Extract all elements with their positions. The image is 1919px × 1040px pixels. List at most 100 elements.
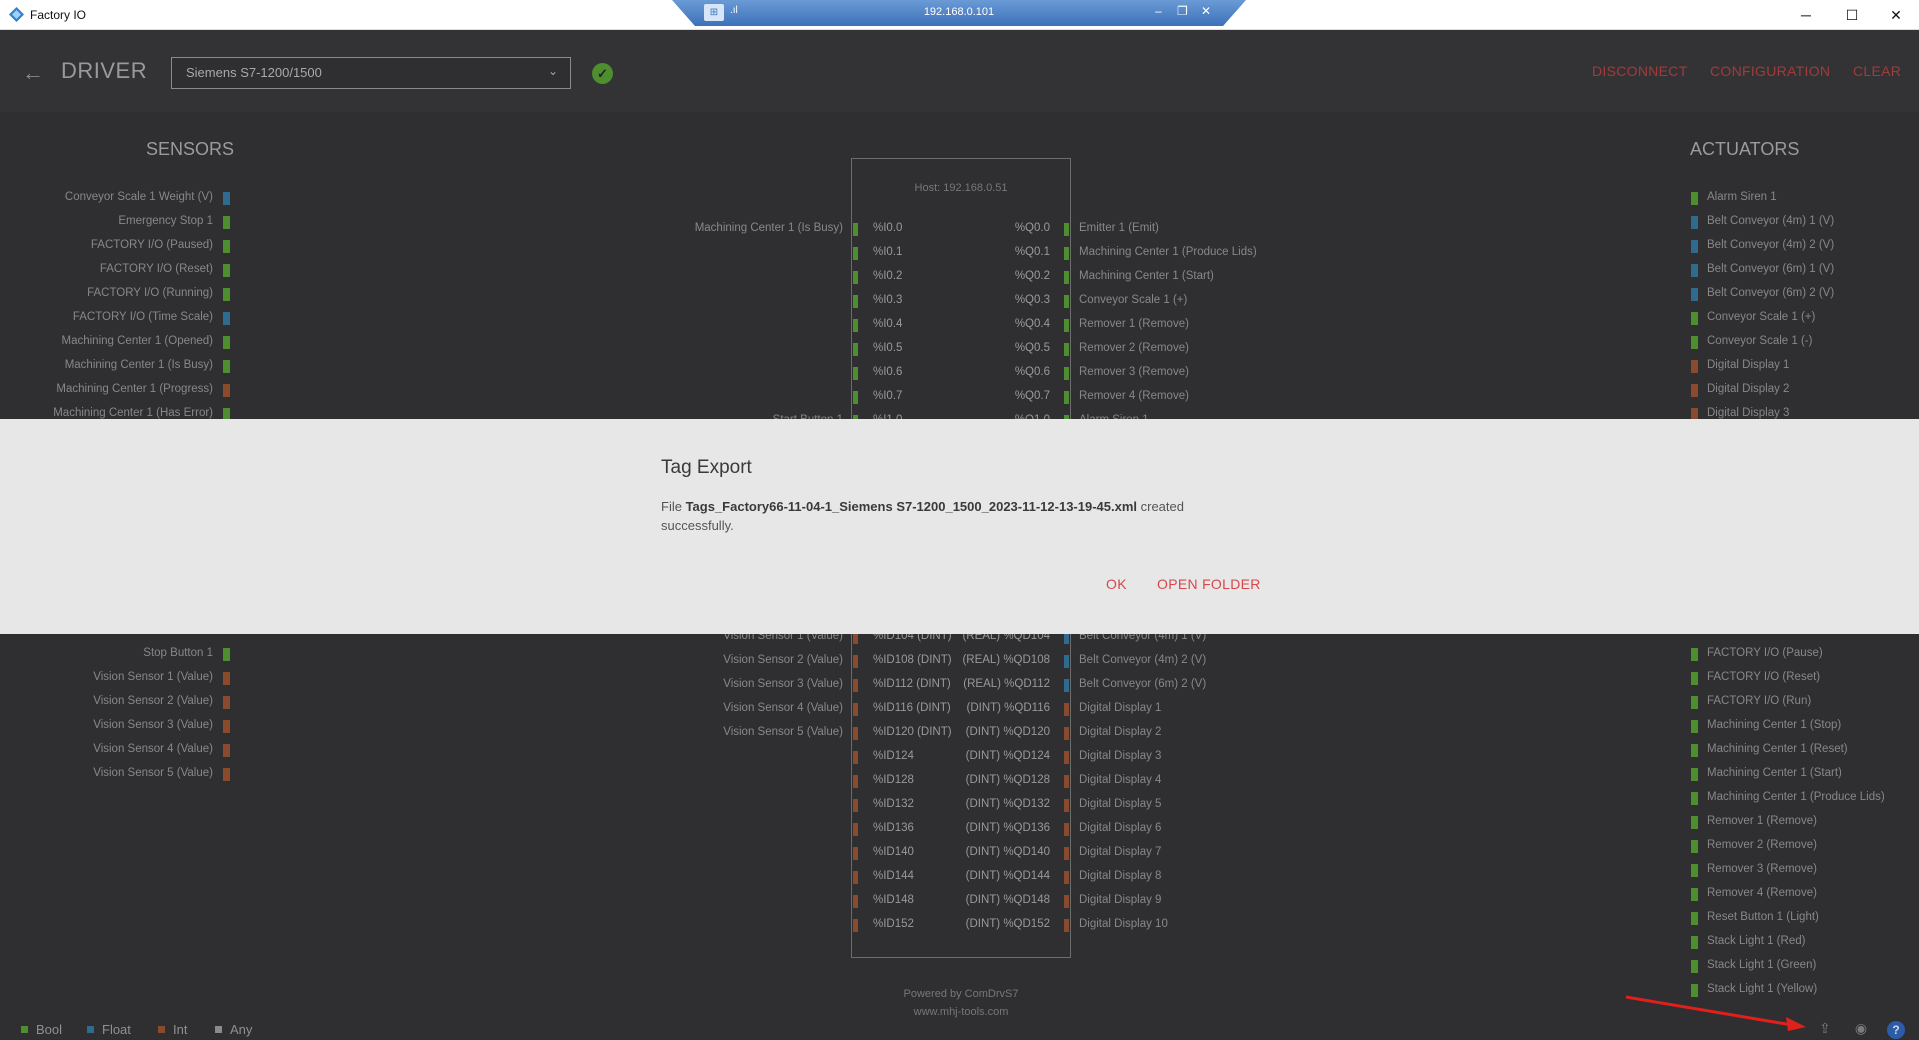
actuator-item[interactable]: FACTORY I/O (Pause) (1707, 647, 1823, 659)
driver-select[interactable]: Siemens S7-1200/1500 ⌄ (171, 57, 571, 89)
output-address[interactable]: (DINT) %QD124 (966, 750, 1050, 762)
actuator-item[interactable]: Conveyor Scale 1 (-) (1707, 335, 1812, 347)
output-address[interactable]: (DINT) %QD132 (966, 798, 1050, 810)
configuration-button[interactable]: CONFIGURATION (1710, 63, 1830, 79)
open-folder-button[interactable]: OPEN FOLDER (1157, 576, 1261, 592)
output-address[interactable]: (DINT) %QD116 (967, 702, 1051, 714)
input-address[interactable]: %I0.0 (873, 222, 902, 234)
rdp-close-button[interactable]: ✕ (1201, 4, 1211, 18)
actuator-item[interactable]: FACTORY I/O (Run) (1707, 695, 1811, 707)
input-address[interactable]: %ID124 (873, 750, 914, 762)
output-address[interactable]: %Q0.7 (1015, 390, 1050, 402)
sensor-item[interactable]: Vision Sensor 1 (Value) (0, 671, 213, 683)
output-address[interactable]: (DINT) %QD136 (966, 822, 1050, 834)
actuator-item[interactable]: Remover 3 (Remove) (1707, 863, 1817, 875)
clear-button[interactable]: CLEAR (1853, 63, 1901, 79)
map-output-swatch (1064, 871, 1069, 884)
actuator-item[interactable]: Machining Center 1 (Reset) (1707, 743, 1848, 755)
input-address[interactable]: %ID144 (873, 870, 914, 882)
actuator-item[interactable]: Belt Conveyor (4m) 1 (V) (1707, 215, 1834, 227)
rdp-minimize-button[interactable]: – (1155, 4, 1162, 18)
output-address[interactable]: (DINT) %QD120 (966, 726, 1050, 738)
sensor-item[interactable]: Stop Button 1 (0, 647, 213, 659)
actuator-item[interactable]: Remover 1 (Remove) (1707, 815, 1817, 827)
output-address[interactable]: %Q0.4 (1015, 318, 1050, 330)
sensor-item[interactable]: FACTORY I/O (Reset) (0, 263, 213, 275)
back-arrow-icon[interactable]: ← (22, 60, 44, 86)
actuators-title: ACTUATORS (1690, 139, 1800, 159)
input-address[interactable]: %ID108 (DINT) (873, 654, 952, 666)
output-address[interactable]: (REAL) %QD112 (963, 678, 1050, 690)
actuator-item[interactable]: Conveyor Scale 1 (+) (1707, 311, 1815, 323)
input-address[interactable]: %I0.1 (873, 246, 902, 258)
output-address[interactable]: %Q0.0 (1015, 222, 1050, 234)
sensor-item[interactable]: Vision Sensor 4 (Value) (0, 743, 213, 755)
output-address[interactable]: (DINT) %QD128 (966, 774, 1050, 786)
actuator-item[interactable]: Remover 2 (Remove) (1707, 839, 1817, 851)
output-address[interactable]: %Q0.3 (1015, 294, 1050, 306)
actuator-item[interactable]: Belt Conveyor (6m) 1 (V) (1707, 263, 1834, 275)
input-address[interactable]: %I0.4 (873, 318, 902, 330)
sensor-item[interactable]: Vision Sensor 2 (Value) (0, 695, 213, 707)
ok-button[interactable]: OK (1106, 576, 1127, 592)
disconnect-button[interactable]: DISCONNECT (1592, 63, 1688, 79)
window-close-button[interactable]: ✕ (1873, 0, 1919, 30)
input-address[interactable]: %ID136 (873, 822, 914, 834)
input-address[interactable]: %ID152 (873, 918, 914, 930)
input-address[interactable]: %I0.7 (873, 390, 902, 402)
powered-by-url[interactable]: www.mhj-tools.com (851, 1003, 1071, 1021)
input-address[interactable]: %ID116 (DINT) (873, 702, 951, 714)
actuator-item[interactable]: Digital Display 1 (1707, 359, 1789, 371)
input-address[interactable]: %ID128 (873, 774, 914, 786)
window-minimize-button[interactable]: ─ (1783, 0, 1829, 30)
output-address[interactable]: (REAL) %QD108 (962, 654, 1050, 666)
actuator-item[interactable]: Digital Display 2 (1707, 383, 1789, 395)
output-address[interactable]: (DINT) %QD152 (966, 918, 1050, 930)
actuator-item[interactable]: Remover 4 (Remove) (1707, 887, 1817, 899)
visibility-eye-icon[interactable]: ◉ (1851, 1020, 1871, 1038)
output-address[interactable]: (DINT) %QD148 (966, 894, 1050, 906)
actuator-item[interactable]: Machining Center 1 (Stop) (1707, 719, 1841, 731)
input-address[interactable]: %ID140 (873, 846, 914, 858)
sensor-item[interactable]: Machining Center 1 (Has Error) (0, 407, 213, 419)
output-address[interactable]: (DINT) %QD144 (966, 870, 1050, 882)
actuator-item[interactable]: Machining Center 1 (Produce Lids) (1707, 791, 1885, 803)
map-output-label: Conveyor Scale 1 (+) (1079, 294, 1188, 306)
input-address[interactable]: %I0.6 (873, 366, 902, 378)
input-address[interactable]: %ID132 (873, 798, 914, 810)
sensor-item[interactable]: Machining Center 1 (Is Busy) (0, 359, 213, 371)
input-address[interactable]: %I0.2 (873, 270, 902, 282)
output-address[interactable]: %Q0.6 (1015, 366, 1050, 378)
actuator-item[interactable]: Machining Center 1 (Start) (1707, 767, 1842, 779)
sensor-item[interactable]: Machining Center 1 (Opened) (0, 335, 214, 347)
input-address[interactable]: %I0.5 (873, 342, 902, 354)
actuator-item[interactable]: Digital Display 3 (1707, 407, 1789, 419)
output-address[interactable]: (DINT) %QD140 (966, 846, 1050, 858)
help-icon[interactable]: ? (1887, 1021, 1905, 1039)
export-tags-icon[interactable]: ⇪ (1815, 1020, 1835, 1038)
actuator-item[interactable]: Stack Light 1 (Green) (1707, 959, 1816, 971)
input-address[interactable]: %ID120 (DINT) (873, 726, 952, 738)
sensor-item[interactable]: FACTORY I/O (Time Scale) (0, 311, 213, 323)
input-address[interactable]: %I0.3 (873, 294, 902, 306)
actuator-item[interactable]: Stack Light 1 (Red) (1707, 935, 1805, 947)
sensor-item[interactable]: Machining Center 1 (Progress) (0, 383, 213, 395)
output-address[interactable]: %Q0.5 (1015, 342, 1050, 354)
input-address[interactable]: %ID148 (873, 894, 914, 906)
input-address[interactable]: %ID112 (DINT) (873, 678, 951, 690)
output-address[interactable]: %Q0.2 (1015, 270, 1050, 282)
sensor-item[interactable]: Vision Sensor 3 (Value) (0, 719, 213, 731)
output-address[interactable]: %Q0.1 (1015, 246, 1050, 258)
sensor-item[interactable]: FACTORY I/O (Paused) (0, 239, 213, 251)
sensor-item[interactable]: FACTORY I/O (Running) (0, 287, 213, 299)
actuator-item[interactable]: FACTORY I/O (Reset) (1707, 671, 1820, 683)
sensor-item[interactable]: Conveyor Scale 1 Weight (V) (0, 191, 213, 203)
sensor-item[interactable]: Vision Sensor 5 (Value) (0, 767, 213, 779)
actuator-item[interactable]: Belt Conveyor (6m) 2 (V) (1707, 287, 1834, 299)
window-maximize-button[interactable]: ☐ (1829, 0, 1875, 30)
actuator-item[interactable]: Belt Conveyor (4m) 2 (V) (1707, 239, 1834, 251)
sensor-item[interactable]: Emergency Stop 1 (0, 215, 213, 227)
actuator-item[interactable]: Reset Button 1 (Light) (1707, 911, 1819, 923)
rdp-restore-button[interactable]: ❐ (1177, 4, 1188, 18)
actuator-item[interactable]: Alarm Siren 1 (1707, 191, 1777, 203)
